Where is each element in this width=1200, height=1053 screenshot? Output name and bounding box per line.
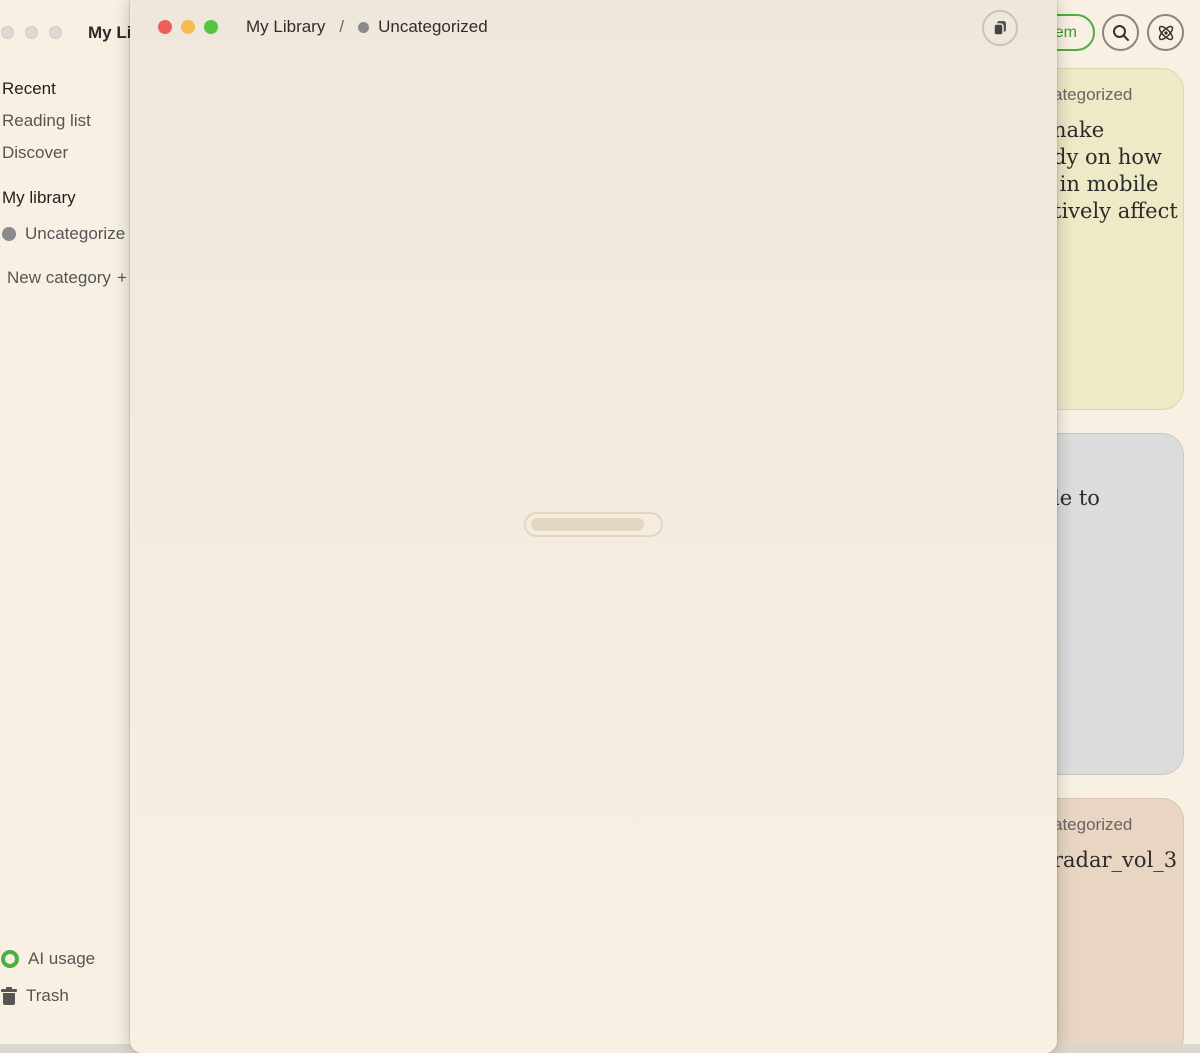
card-category <box>1053 450 1171 471</box>
trash-label: Trash <box>26 986 69 1005</box>
window-controls <box>158 20 218 34</box>
new-category-label: New category <box>7 268 111 287</box>
trash-item[interactable]: Trash <box>1 986 69 1006</box>
breadcrumb: My Library / Uncategorized <box>246 17 488 37</box>
atom-icon <box>1158 25 1173 40</box>
card-title: le to <box>1053 486 1100 510</box>
add-item-label: em <box>1054 23 1077 41</box>
card-category: ategorized <box>1053 815 1133 834</box>
new-category-button[interactable]: New category + <box>7 268 127 288</box>
breadcrumb-root[interactable]: My Library <box>246 17 325 37</box>
card-title: radar_vol_3 <box>1053 848 1178 872</box>
sidebar-item-reading-list[interactable]: Reading list <box>2 111 91 131</box>
minimize-button[interactable] <box>181 20 195 34</box>
breadcrumb-separator: / <box>339 17 345 36</box>
ai-usage-item[interactable]: AI usage <box>1 949 95 969</box>
plus-icon: + <box>116 268 127 287</box>
sidebar-item-discover[interactable]: Discover <box>2 143 68 163</box>
category-dot-icon <box>2 227 16 241</box>
maximize-button[interactable] <box>204 20 218 34</box>
trash-icon <box>1 987 17 1005</box>
search-icon <box>1112 24 1129 41</box>
card-category: ategorized <box>1053 85 1133 104</box>
loading-bar <box>524 512 663 537</box>
sidebar-section-my-library: My library <box>2 188 76 207</box>
copy-button[interactable] <box>982 10 1018 46</box>
copy-icon <box>993 21 1006 36</box>
ai-usage-ring-icon <box>1 950 19 968</box>
sidebar-item-uncategorized[interactable]: Uncategorize <box>2 224 125 244</box>
foreground-window: My Library / Uncategorized <box>130 0 1057 1053</box>
search-button[interactable] <box>1102 14 1139 51</box>
ai-assistant-button[interactable] <box>1147 14 1184 51</box>
ai-usage-label: AI usage <box>28 949 96 968</box>
card-title: nake dy on how in mobile tively affect <box>1053 118 1178 223</box>
loading-bar-fill <box>531 518 644 531</box>
sidebar: Recent Reading list Discover My library … <box>0 0 130 1053</box>
sidebar-item-recent[interactable]: Recent <box>2 79 56 99</box>
close-button[interactable] <box>158 20 172 34</box>
category-dot-icon <box>358 21 370 33</box>
sidebar-item-label: Uncategorize <box>25 224 126 243</box>
breadcrumb-current[interactable]: Uncategorized <box>378 17 488 37</box>
